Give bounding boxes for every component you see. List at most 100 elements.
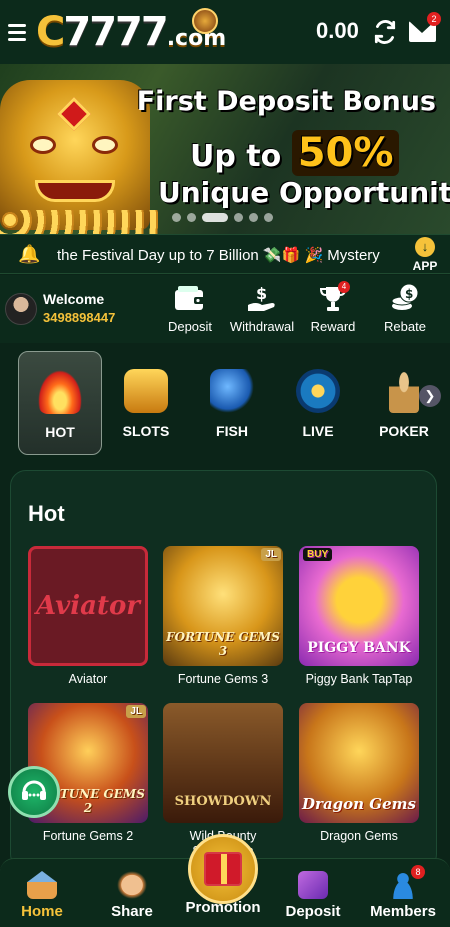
wallet-purple-icon: [298, 871, 328, 899]
carousel-dot[interactable]: [264, 213, 273, 222]
provider-tag: JL: [126, 705, 146, 718]
withdrawal-action[interactable]: $ Withdrawal: [227, 283, 297, 334]
category-tabs: HOT SLOTS FISH LIVE POKER ❯: [0, 343, 450, 463]
avatar[interactable]: [5, 293, 37, 325]
game-thumbnail: Aviator: [28, 546, 148, 666]
reward-badge: 4: [338, 281, 350, 293]
promotion-button[interactable]: [188, 834, 258, 904]
withdrawal-label: Withdrawal: [229, 319, 295, 334]
tab-hot[interactable]: HOT: [18, 351, 102, 455]
promo-banner[interactable]: First Deposit Bonus Up to 50% Unique Opp…: [0, 64, 450, 234]
tab-poker-label: POKER: [379, 423, 429, 439]
customer-support-button[interactable]: [8, 766, 60, 818]
carousel-dot[interactable]: [172, 213, 181, 222]
reward-label: Reward: [310, 319, 356, 334]
deposit-label: Deposit: [167, 319, 213, 334]
carousel-dot[interactable]: [187, 213, 196, 222]
carousel-dots: [172, 213, 273, 222]
handshake-icon: [117, 871, 147, 899]
game-art-title: Dragon Gems: [302, 795, 416, 813]
tab-live[interactable]: LIVE: [276, 351, 360, 455]
roulette-icon: [296, 369, 340, 413]
home-icon: [27, 871, 57, 899]
logo-letter: C: [36, 9, 65, 55]
nav-home[interactable]: Home: [0, 871, 87, 920]
banner-headline: First Deposit Bonus: [136, 86, 436, 117]
coins-stack-icon: $: [370, 283, 440, 313]
carousel-dot[interactable]: [234, 213, 243, 222]
tab-fish-label: FISH: [216, 423, 248, 439]
buy-tag: BUY: [303, 548, 333, 561]
bell-icon: 🔔: [18, 244, 41, 264]
banner-offer-percent: 50%: [291, 130, 400, 176]
game-thumbnail: SHOWDOWN: [163, 703, 283, 823]
logo-crest-icon: [192, 8, 218, 34]
balance-value: 0.00: [316, 18, 359, 43]
game-art-title: PIGGY BANK: [307, 640, 411, 656]
rebate-action[interactable]: $ Rebate: [370, 283, 440, 334]
tab-fish[interactable]: FISH: [190, 351, 274, 455]
app-label: APP: [412, 259, 438, 273]
headset-chat-icon: [22, 780, 46, 800]
refresh-icon[interactable]: [372, 19, 398, 45]
deposit-action[interactable]: Deposit: [155, 283, 225, 334]
shark-icon: [210, 369, 254, 413]
tab-live-label: LIVE: [302, 423, 334, 439]
menu-icon[interactable]: [8, 23, 26, 41]
game-card-fortune-gems-3[interactable]: JL FORTUNE GEMS 3 Fortune Gems 3: [163, 546, 283, 687]
golden-idol-image: [0, 80, 150, 230]
nav-deposit-label: Deposit: [285, 903, 341, 920]
wallet-icon: [155, 283, 225, 313]
reward-action[interactable]: 4 Reward: [298, 281, 368, 334]
nav-members-label: Members: [370, 903, 436, 920]
tab-slots[interactable]: SLOTS: [104, 351, 188, 455]
game-thumbnail: BUY PIGGY BANK: [299, 546, 419, 666]
game-art-title: SHOWDOWN: [174, 794, 272, 809]
game-art-title: FORTUNE GEMS 3: [166, 630, 280, 658]
tab-hot-label: HOT: [45, 424, 75, 440]
game-thumbnail: JL FORTUNE GEMS 3: [163, 546, 283, 666]
gift-icon: [204, 852, 242, 886]
slots-777-icon: [124, 369, 168, 413]
chevron-right-icon[interactable]: ❯: [419, 385, 441, 407]
game-thumbnail: Dragon Gems: [299, 703, 419, 823]
nav-deposit[interactable]: Deposit: [268, 871, 358, 920]
mail-badge: 2: [427, 12, 441, 26]
banner-subline: Unique Opportunity: [158, 176, 450, 209]
nav-share[interactable]: Share: [87, 871, 177, 920]
provider-tag: JL: [261, 548, 281, 561]
carousel-dot[interactable]: [249, 213, 258, 222]
rebate-label: Rebate: [384, 319, 426, 334]
game-name: Fortune Gems 2: [42, 829, 134, 843]
nav-share-label: Share: [111, 903, 153, 920]
banner-offer: Up to 50%: [190, 130, 400, 176]
gold-coins-image: [0, 210, 160, 234]
flame-icon: [38, 370, 82, 414]
nav-home-label: Home: [21, 903, 63, 920]
chess-pawn-icon: [389, 369, 419, 413]
carousel-dot-active[interactable]: [202, 213, 228, 222]
game-card-aviator[interactable]: Aviator Aviator: [28, 546, 148, 687]
tab-slots-label: SLOTS: [122, 423, 170, 439]
top-header: C 7777 .com 0.00 2: [0, 0, 450, 64]
nav-members[interactable]: 8 Members: [358, 865, 448, 920]
user-bar: Welcome 3498898447 Deposit $ Withdrawal …: [0, 275, 450, 343]
announcement-bar: 🔔 the Festival Day up to 7 Billion 💸🎁 🎉 …: [0, 234, 450, 274]
welcome-text: Welcome: [43, 291, 105, 307]
cash-hand-icon: $: [227, 283, 297, 313]
game-name: Fortune Gems 3: [177, 672, 269, 686]
members-badge: 8: [411, 865, 425, 879]
banner-offer-prefix: Up to: [190, 139, 282, 174]
user-id: 3498898447: [43, 310, 116, 325]
game-art-title: Aviator: [36, 591, 140, 621]
game-name: Aviator: [68, 672, 108, 686]
svg-text:$: $: [256, 284, 267, 303]
download-icon: ↓: [415, 237, 435, 257]
game-name: Piggy Bank TapTap: [305, 672, 413, 686]
trophy-icon: [298, 283, 368, 313]
svg-text:$: $: [405, 287, 413, 301]
game-card-piggy-bank[interactable]: BUY PIGGY BANK Piggy Bank TapTap: [299, 546, 419, 687]
app-download-button[interactable]: ↓ APP: [410, 237, 440, 273]
game-card-dragon-gems[interactable]: Dragon Gems Dragon Gems: [299, 703, 419, 844]
game-name: Dragon Gems: [320, 829, 398, 843]
